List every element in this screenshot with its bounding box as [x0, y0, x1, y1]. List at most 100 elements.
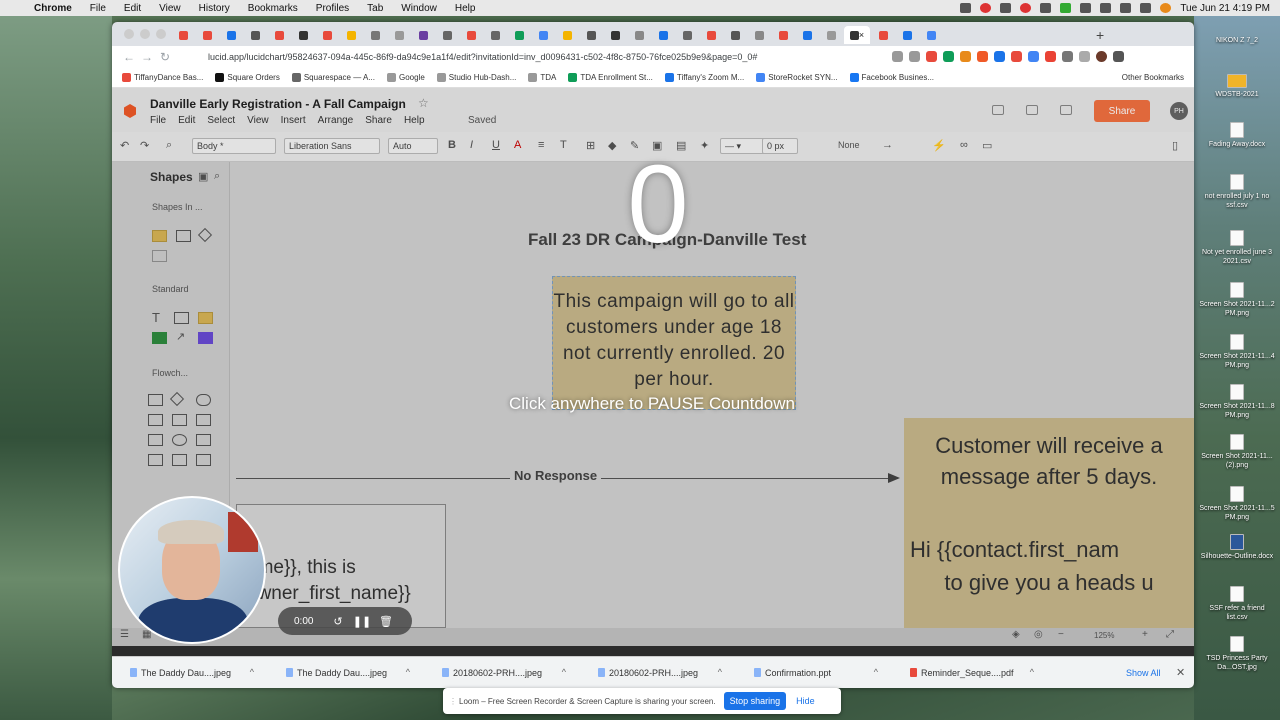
- wifi-icon[interactable]: [1120, 3, 1132, 13]
- extension-icon[interactable]: [1011, 51, 1022, 62]
- browser-tab[interactable]: [220, 26, 242, 44]
- restart-icon[interactable]: ↺: [326, 615, 350, 628]
- puzzle-icon[interactable]: [1062, 51, 1073, 62]
- download-item[interactable]: Reminder_Seque....pdf ^: [892, 657, 1048, 689]
- bookmark-item[interactable]: Google: [387, 73, 425, 82]
- desktop-icon[interactable]: Silhouette-Outline.docx: [1198, 534, 1276, 561]
- bookmark-item[interactable]: TiffanyDance Bas...: [122, 73, 203, 82]
- browser-tab[interactable]: [820, 26, 842, 44]
- bookmark-item[interactable]: Square Orders: [215, 73, 280, 82]
- menubar-edit[interactable]: Edit: [115, 3, 150, 14]
- browser-tab[interactable]: [796, 26, 818, 44]
- browser-tab[interactable]: [268, 26, 290, 44]
- browser-tab[interactable]: [340, 26, 362, 44]
- browser-tab[interactable]: [748, 26, 770, 44]
- bookmark-item[interactable]: Tiffany's Zoom M...: [664, 73, 744, 82]
- pause-countdown-text[interactable]: Click anywhere to PAUSE Countdown: [452, 394, 852, 414]
- bookmark-item[interactable]: TDA Enrollment St...: [568, 73, 653, 82]
- loom-icon[interactable]: [980, 3, 992, 13]
- mail-icon[interactable]: [1000, 3, 1012, 13]
- chevron-up-icon[interactable]: ^: [250, 667, 254, 677]
- loom-webcam-bubble[interactable]: [118, 496, 266, 644]
- window-zoom-button[interactable]: [156, 29, 166, 39]
- menubar-tab[interactable]: Tab: [358, 3, 392, 14]
- browser-tab[interactable]: [920, 26, 942, 44]
- browser-tab[interactable]: [676, 26, 698, 44]
- browser-tab[interactable]: [872, 26, 894, 44]
- bookmark-item[interactable]: Studio Hub-Dash...: [436, 73, 516, 82]
- menubar-bookmarks[interactable]: Bookmarks: [239, 3, 307, 14]
- bookmark-item[interactable]: StoreRocket SYN...: [756, 73, 838, 82]
- bluetooth-icon[interactable]: [1100, 3, 1112, 13]
- tab-close-icon[interactable]: ×: [859, 30, 864, 40]
- chevron-up-icon[interactable]: ^: [562, 667, 566, 677]
- chevron-up-icon[interactable]: ^: [874, 667, 878, 677]
- window-minimize-button[interactable]: [140, 29, 150, 39]
- evernote-icon[interactable]: [1060, 3, 1072, 13]
- menubar-profiles[interactable]: Profiles: [307, 3, 358, 14]
- show-all-downloads[interactable]: Show All: [1126, 668, 1161, 678]
- back-button[interactable]: ←: [120, 50, 138, 64]
- browser-tab[interactable]: [172, 26, 194, 44]
- browser-tab[interactable]: [700, 26, 722, 44]
- desktop-icon[interactable]: NIKON Z 7_2: [1198, 36, 1276, 45]
- sidebar-icon[interactable]: [1079, 51, 1090, 62]
- browser-tab-active[interactable]: ×: [844, 26, 870, 44]
- browser-tab[interactable]: [292, 26, 314, 44]
- browser-tab[interactable]: [460, 26, 482, 44]
- menubar-file[interactable]: File: [81, 3, 115, 14]
- reload-button[interactable]: ↻: [156, 50, 174, 64]
- desktop-icon[interactable]: Screen Shot 2021-11...2 PM.png: [1198, 282, 1276, 318]
- hide-button[interactable]: Hide: [796, 696, 815, 706]
- pause-icon[interactable]: ❚❚: [350, 615, 374, 628]
- search-icon[interactable]: [1140, 3, 1152, 13]
- chevron-up-icon[interactable]: ^: [718, 667, 722, 677]
- bookmark-star-icon[interactable]: [909, 51, 920, 62]
- menubar-window[interactable]: Window: [392, 3, 446, 14]
- browser-tab[interactable]: [412, 26, 434, 44]
- desktop-icon[interactable]: Screen Shot 2021-11...5 PM.png: [1198, 486, 1276, 522]
- browser-tab[interactable]: [896, 26, 918, 44]
- browser-tab[interactable]: [604, 26, 626, 44]
- download-item[interactable]: 20180602-PRH....jpeg ^: [580, 657, 736, 689]
- drag-handle-icon[interactable]: ⋮: [449, 697, 457, 706]
- trash-icon[interactable]: 🗑: [374, 615, 398, 628]
- extension-icon[interactable]: [1045, 51, 1056, 62]
- menubar-history[interactable]: History: [190, 3, 239, 14]
- desktop-icon[interactable]: Not yet enrolled june 3 2021.csv: [1198, 230, 1276, 266]
- browser-tab[interactable]: [508, 26, 530, 44]
- more-menu-icon[interactable]: [1113, 51, 1124, 62]
- browser-tab[interactable]: [580, 26, 602, 44]
- extension-icon[interactable]: [994, 51, 1005, 62]
- profile-avatar-icon[interactable]: [1096, 51, 1107, 62]
- desktop-icon[interactable]: SSF refer a friend list.csv: [1198, 586, 1276, 622]
- url-field[interactable]: lucid.app/lucidchart/95824637-094a-445c-…: [208, 49, 888, 65]
- browser-tab[interactable]: [772, 26, 794, 44]
- bookmark-item[interactable]: Facebook Busines...: [849, 73, 934, 82]
- menubar-help[interactable]: Help: [446, 3, 485, 14]
- siri-icon[interactable]: [1160, 3, 1172, 13]
- camera-icon[interactable]: [960, 3, 972, 13]
- bookmark-item[interactable]: TDA: [528, 73, 556, 82]
- desktop-icon[interactable]: Screen Shot 2021-11...4 PM.png: [1198, 334, 1276, 370]
- browser-tab[interactable]: [532, 26, 554, 44]
- desktop-icon[interactable]: TSD Princess Party Da...OST.jpg: [1198, 636, 1276, 672]
- browser-tab[interactable]: [724, 26, 746, 44]
- browser-tab[interactable]: [316, 26, 338, 44]
- close-downloads-icon[interactable]: ✕: [1176, 666, 1185, 679]
- bookmark-item[interactable]: Squarespace — A...: [291, 73, 375, 82]
- browser-tab[interactable]: [364, 26, 386, 44]
- desktop-icon[interactable]: WDSTB-2021: [1198, 74, 1276, 99]
- desktop-icon[interactable]: not enrolled july 1 no ssf.csv: [1198, 174, 1276, 210]
- desktop-icon[interactable]: Screen Shot 2021-11...(2).png: [1198, 434, 1276, 470]
- menubar-app-name[interactable]: Chrome: [30, 3, 81, 14]
- other-bookmarks[interactable]: Other Bookmarks: [1122, 73, 1184, 82]
- menubar-view[interactable]: View: [150, 3, 190, 14]
- download-item[interactable]: 20180602-PRH....jpeg ^: [424, 657, 580, 689]
- browser-tab[interactable]: [244, 26, 266, 44]
- browser-tab[interactable]: [652, 26, 674, 44]
- share-icon[interactable]: [892, 51, 903, 62]
- extension-icon[interactable]: [1028, 51, 1039, 62]
- stop-sharing-button[interactable]: Stop sharing: [723, 692, 787, 710]
- lastpass-icon[interactable]: [1020, 3, 1032, 13]
